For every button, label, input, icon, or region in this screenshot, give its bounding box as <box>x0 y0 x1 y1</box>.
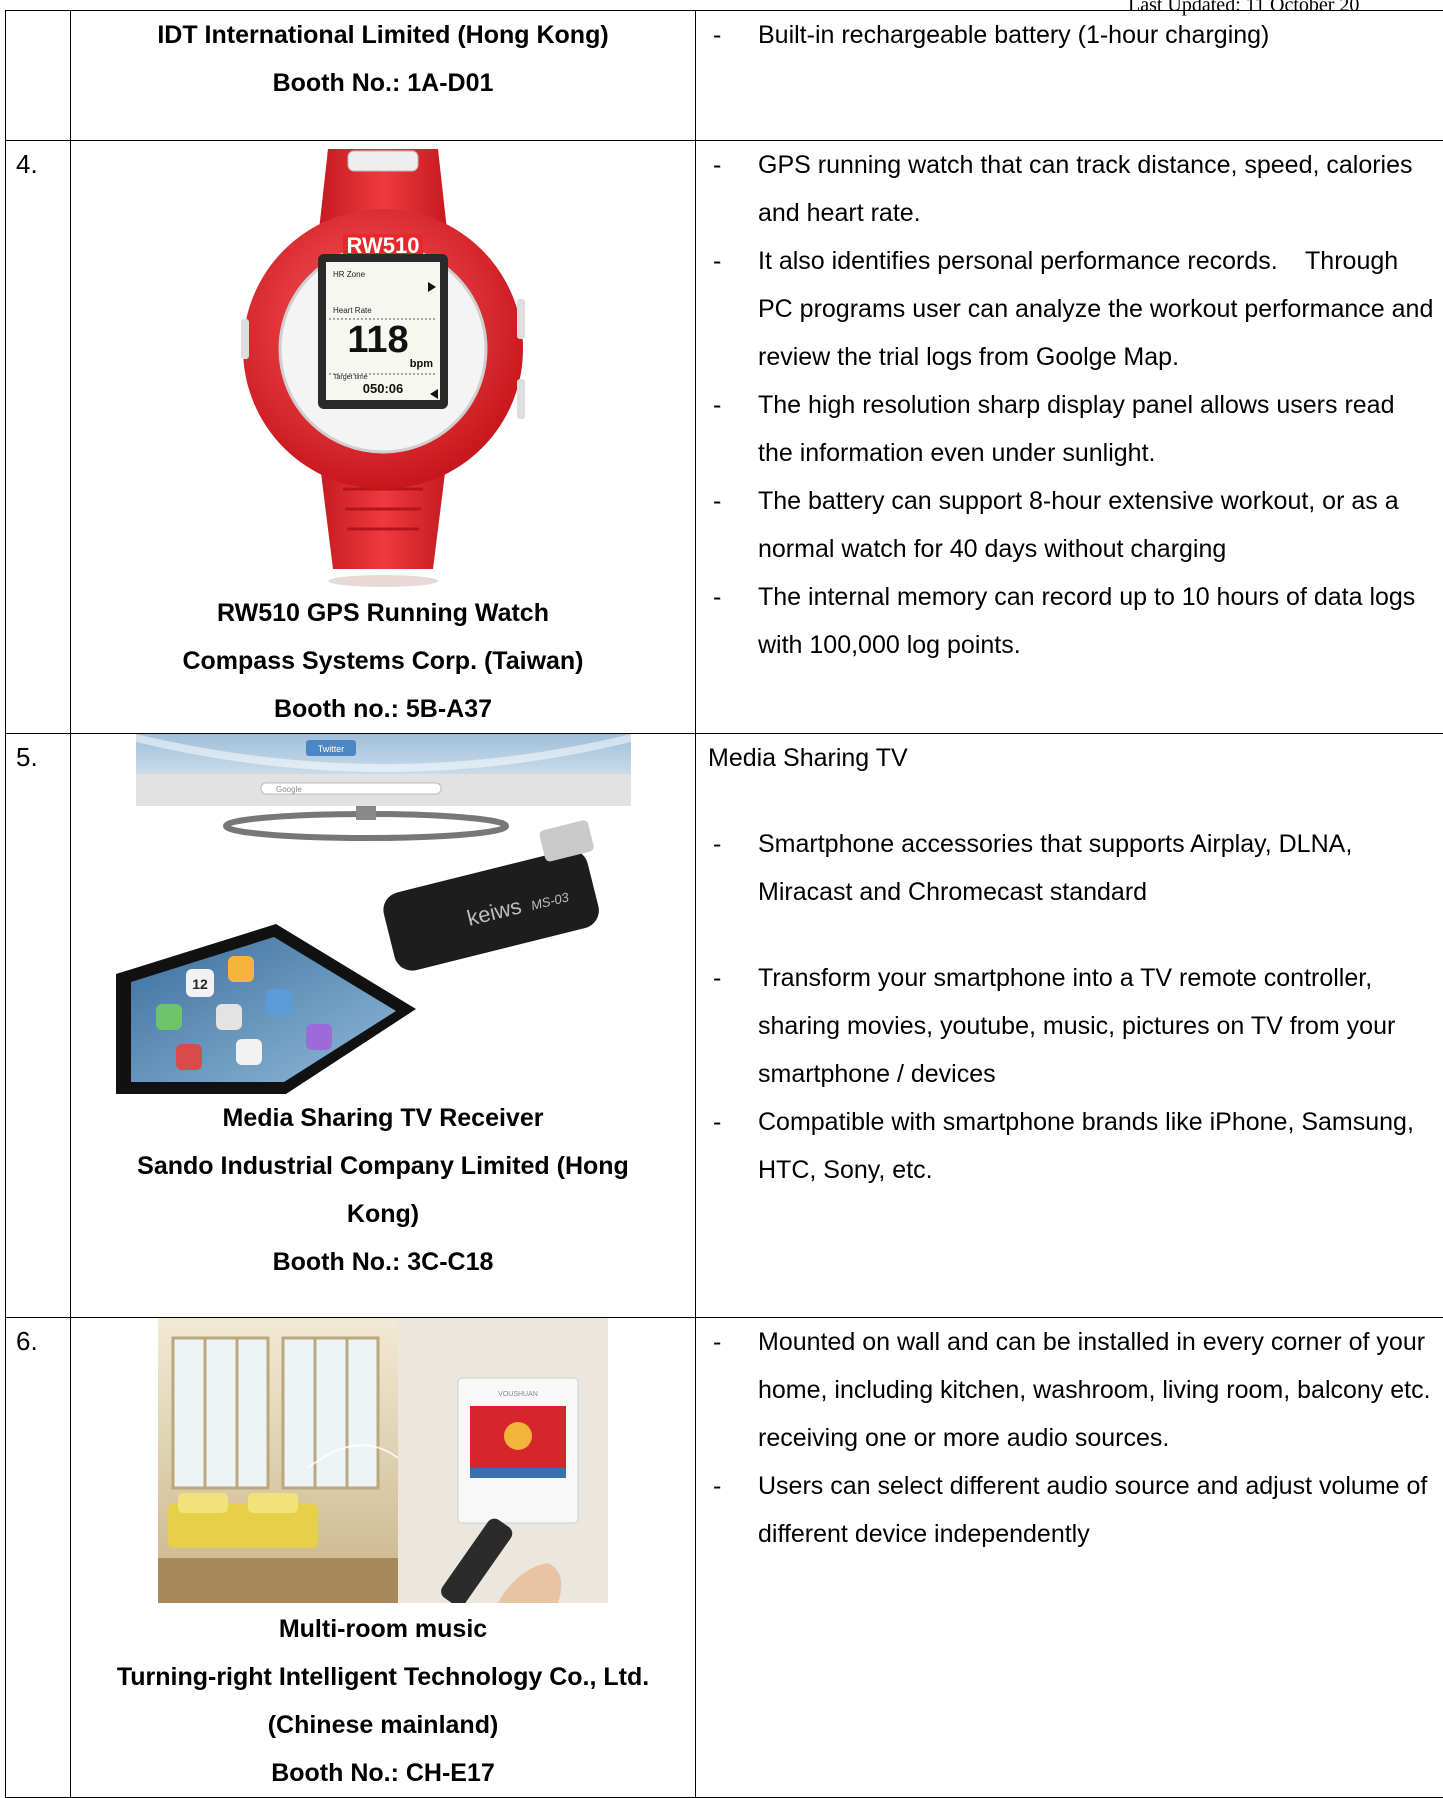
svg-text:Twitter: Twitter <box>317 744 344 754</box>
product-cell: RW510 HR Zone Heart Rate 118 bpm Target … <box>71 141 696 734</box>
description-cell: -GPS running watch that can track distan… <box>696 141 1443 734</box>
description-cell: Media Sharing TV -Smartphone accessories… <box>696 734 1443 1318</box>
panel-brand: VOUSHUAN <box>498 1391 538 1398</box>
feature-bullet: -Smartphone accessories that supports Ai… <box>696 820 1443 916</box>
product-table: IDT International Limited (Hong Kong) Bo… <box>5 10 1443 1798</box>
feature-bullet: -It also identifies personal performance… <box>696 237 1443 381</box>
feature-bullet: -GPS running watch that can track distan… <box>696 141 1443 237</box>
product-name: Multi-room music <box>71 1605 695 1653</box>
product-cell: IDT International Limited (Hong Kong) Bo… <box>71 11 696 141</box>
product-cell: VOUSHUAN Multi-room music Turning-right … <box>71 1318 696 1798</box>
feature-bullet: -The battery can support 8-hour extensiv… <box>696 477 1443 573</box>
watch-model-text: RW510 <box>347 233 420 258</box>
row-number: 4. <box>6 141 71 734</box>
feature-bullet: - Built-in rechargeable battery (1-hour … <box>696 11 1443 59</box>
feature-bullet: -Mounted on wall and can be installed in… <box>696 1318 1443 1462</box>
svg-text:HR Zone: HR Zone <box>333 270 366 279</box>
booth-number: Booth no.: 5B-A37 <box>71 685 695 733</box>
booth-number: Booth No.: 3C-C18 <box>71 1238 695 1286</box>
description-title: Media Sharing TV <box>696 734 1443 782</box>
product-name: RW510 GPS Running Watch <box>71 589 695 637</box>
table-row: 5. <box>6 734 1443 1318</box>
booth-number: Booth No.: CH-E17 <box>71 1749 695 1797</box>
media-receiver-image: Twitter Google keiws MS-03 12 <box>116 734 651 1094</box>
watch-image: RW510 HR Zone Heart Rate 118 bpm Target … <box>233 149 533 589</box>
row-number: 6. <box>6 1318 71 1798</box>
svg-text:050:06: 050:06 <box>363 381 403 396</box>
feature-bullet: -Users can select different audio source… <box>696 1462 1443 1558</box>
product-cell: Twitter Google keiws MS-03 12 <box>71 734 696 1318</box>
description-cell: - Built-in rechargeable battery (1-hour … <box>696 11 1443 141</box>
row-number: 5. <box>6 734 71 1318</box>
company-name: Turning-right Intelligent Technology Co.… <box>71 1653 695 1749</box>
svg-text:Heart Rate: Heart Rate <box>333 306 372 315</box>
company-name: IDT International Limited (Hong Kong) <box>71 11 695 59</box>
company-name: Sando Industrial Company Limited (Hong K… <box>71 1142 695 1238</box>
feature-bullet: -The high resolution sharp display panel… <box>696 381 1443 477</box>
table-row: 6. <box>6 1318 1443 1798</box>
svg-text:bpm: bpm <box>410 358 433 370</box>
company-name: Compass Systems Corp. (Taiwan) <box>71 637 695 685</box>
heart-rate-value: 118 <box>347 319 408 361</box>
table-row: 4. <box>6 141 1443 734</box>
feature-bullet: -Transform your smartphone into a TV rem… <box>696 954 1443 1098</box>
product-name: Media Sharing TV Receiver <box>71 1094 695 1142</box>
description-cell: -Mounted on wall and can be installed in… <box>696 1318 1443 1798</box>
table-row: IDT International Limited (Hong Kong) Bo… <box>6 11 1443 141</box>
svg-text:Target time: Target time <box>333 374 368 381</box>
booth-number: Booth No.: 1A-D01 <box>71 59 695 107</box>
svg-text:Google: Google <box>276 785 302 794</box>
feature-bullet: -The internal memory can record up to 10… <box>696 573 1443 669</box>
svg-text:12: 12 <box>192 976 208 992</box>
feature-bullet: -Compatible with smartphone brands like … <box>696 1098 1443 1194</box>
multiroom-music-image: VOUSHUAN <box>158 1318 608 1603</box>
row-number <box>6 11 71 141</box>
